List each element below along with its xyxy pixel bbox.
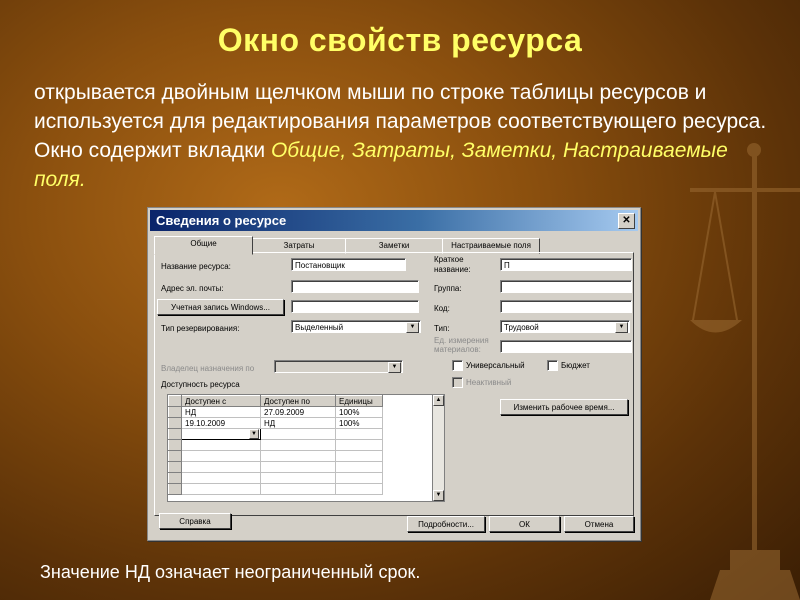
code-label: Код: [434, 304, 450, 313]
row-header-corner [168, 395, 182, 407]
chevron-down-icon[interactable]: ▼ [388, 362, 401, 373]
booking-type-value: Выделенный [295, 323, 344, 332]
inactive-checkbox[interactable] [452, 377, 463, 388]
availability-scrollbar[interactable]: ▲ ▼ [432, 394, 445, 502]
table-row[interactable] [168, 461, 383, 473]
table-row[interactable] [168, 439, 383, 451]
table-cell[interactable] [335, 483, 383, 495]
row-header[interactable] [168, 461, 182, 473]
chevron-down-icon[interactable]: ▼ [406, 322, 419, 333]
generic-checkbox[interactable] [452, 360, 463, 371]
budget-checkbox[interactable] [547, 360, 558, 371]
availability-table: Доступен с Доступен по Единицы НД 27.09.… [167, 394, 434, 502]
material-label-label: Ед. измерения материалов: [434, 336, 489, 354]
scales-decoration [690, 143, 800, 600]
booking-type-label: Тип резервирования: [161, 324, 240, 333]
row-header[interactable] [168, 483, 182, 495]
table-row[interactable]: 19.10.2009 НД 100% [168, 417, 383, 429]
chevron-down-icon[interactable]: ▼ [249, 429, 259, 439]
type-value: Трудовой [504, 323, 539, 332]
cell-units[interactable]: 100% [335, 417, 383, 429]
cell-available-from[interactable]: НД [181, 406, 261, 418]
row-header[interactable] [168, 417, 182, 429]
table-cell[interactable] [181, 461, 261, 473]
email-field[interactable] [291, 280, 419, 293]
table-cell[interactable] [260, 472, 336, 484]
type-label: Тип: [434, 324, 450, 333]
ok-button[interactable]: ОК [489, 516, 560, 532]
windows-account-button[interactable]: Учетная запись Windows... [157, 299, 284, 315]
row-header[interactable] [168, 406, 182, 418]
table-row[interactable]: НД 27.09.2009 100% [168, 406, 383, 418]
assignment-owner-select[interactable]: ▼ [274, 360, 403, 373]
slide-description: открывается двойным щелчком мыши по стро… [34, 78, 774, 194]
table-row[interactable] [168, 483, 383, 495]
cell-editor[interactable]: ▼ [181, 428, 261, 440]
close-icon[interactable]: ✕ [618, 213, 635, 229]
group-label: Группа: [434, 284, 462, 293]
email-label: Адрес эл. почты: [161, 284, 224, 293]
material-label-field[interactable] [500, 340, 632, 353]
short-name-field[interactable]: П [500, 258, 632, 271]
resource-info-dialog: Сведения о ресурсе ✕ Общие Затраты Замет… [147, 207, 641, 541]
slide-footnote: Значение НД означает неограниченный срок… [40, 562, 421, 582]
row-header[interactable] [168, 472, 182, 484]
name-label: Название ресурса: [161, 262, 231, 271]
change-working-time-button[interactable]: Изменить рабочее время... [500, 399, 628, 415]
code-field[interactable] [500, 300, 632, 313]
table-cell[interactable] [260, 450, 336, 462]
table-cell[interactable] [260, 428, 336, 440]
windows-account-field[interactable] [291, 300, 419, 313]
type-select[interactable]: Трудовой ▼ [500, 320, 630, 333]
cell-available-to[interactable]: НД [260, 417, 336, 429]
table-cell[interactable] [335, 428, 383, 440]
inactive-label: Неактивный [466, 378, 512, 387]
scroll-down-icon[interactable]: ▼ [433, 490, 444, 501]
table-cell[interactable] [260, 483, 336, 495]
table-cell[interactable] [335, 472, 383, 484]
tab-general[interactable]: Общие [154, 236, 253, 255]
budget-label: Бюджет [561, 361, 590, 370]
group-field[interactable] [500, 280, 632, 293]
table-row[interactable]: ▼ [168, 428, 383, 440]
table-cell[interactable] [260, 461, 336, 473]
table-cell[interactable] [260, 439, 336, 451]
table-cell[interactable] [181, 472, 261, 484]
table-cell[interactable] [335, 439, 383, 451]
table-row[interactable] [168, 472, 383, 484]
table-cell[interactable] [181, 483, 261, 495]
column-header-units[interactable]: Единицы [335, 395, 383, 407]
dialog-titlebar[interactable]: Сведения о ресурсе ✕ [150, 210, 638, 231]
tab-strip: Общие Затраты Заметки Настраиваемые поля [154, 236, 634, 255]
row-header[interactable] [168, 450, 182, 462]
table-cell[interactable] [181, 450, 261, 462]
row-header[interactable] [168, 428, 182, 440]
help-button[interactable]: Справка [159, 513, 231, 529]
cell-available-from[interactable]: 19.10.2009 [181, 417, 261, 429]
generic-label: Универсальный [466, 361, 525, 370]
column-header-available-from[interactable]: Доступен с [181, 395, 261, 407]
slide-title: Окно свойств ресурса [217, 22, 583, 58]
cell-units[interactable]: 100% [335, 406, 383, 418]
table-row[interactable] [168, 450, 383, 462]
cancel-button[interactable]: Отмена [564, 516, 634, 532]
dialog-title: Сведения о ресурсе [156, 213, 287, 228]
table-cell[interactable] [181, 439, 261, 451]
table-header-row: Доступен с Доступен по Единицы [168, 395, 383, 407]
availability-label: Доступность ресурса [161, 380, 240, 389]
name-field[interactable]: Постановщик [291, 258, 406, 271]
scroll-up-icon[interactable]: ▲ [433, 395, 444, 406]
chevron-down-icon[interactable]: ▼ [615, 322, 628, 333]
row-header[interactable] [168, 439, 182, 451]
cell-available-to[interactable]: 27.09.2009 [260, 406, 336, 418]
table-cell[interactable] [335, 450, 383, 462]
booking-type-select[interactable]: Выделенный ▼ [291, 320, 421, 333]
table-cell[interactable] [335, 461, 383, 473]
column-header-available-to[interactable]: Доступен по [260, 395, 336, 407]
assignment-owner-label: Владелец назначения по [161, 364, 255, 373]
details-button[interactable]: Подробности... [407, 516, 485, 532]
short-name-label: Краткое название: [434, 255, 471, 274]
